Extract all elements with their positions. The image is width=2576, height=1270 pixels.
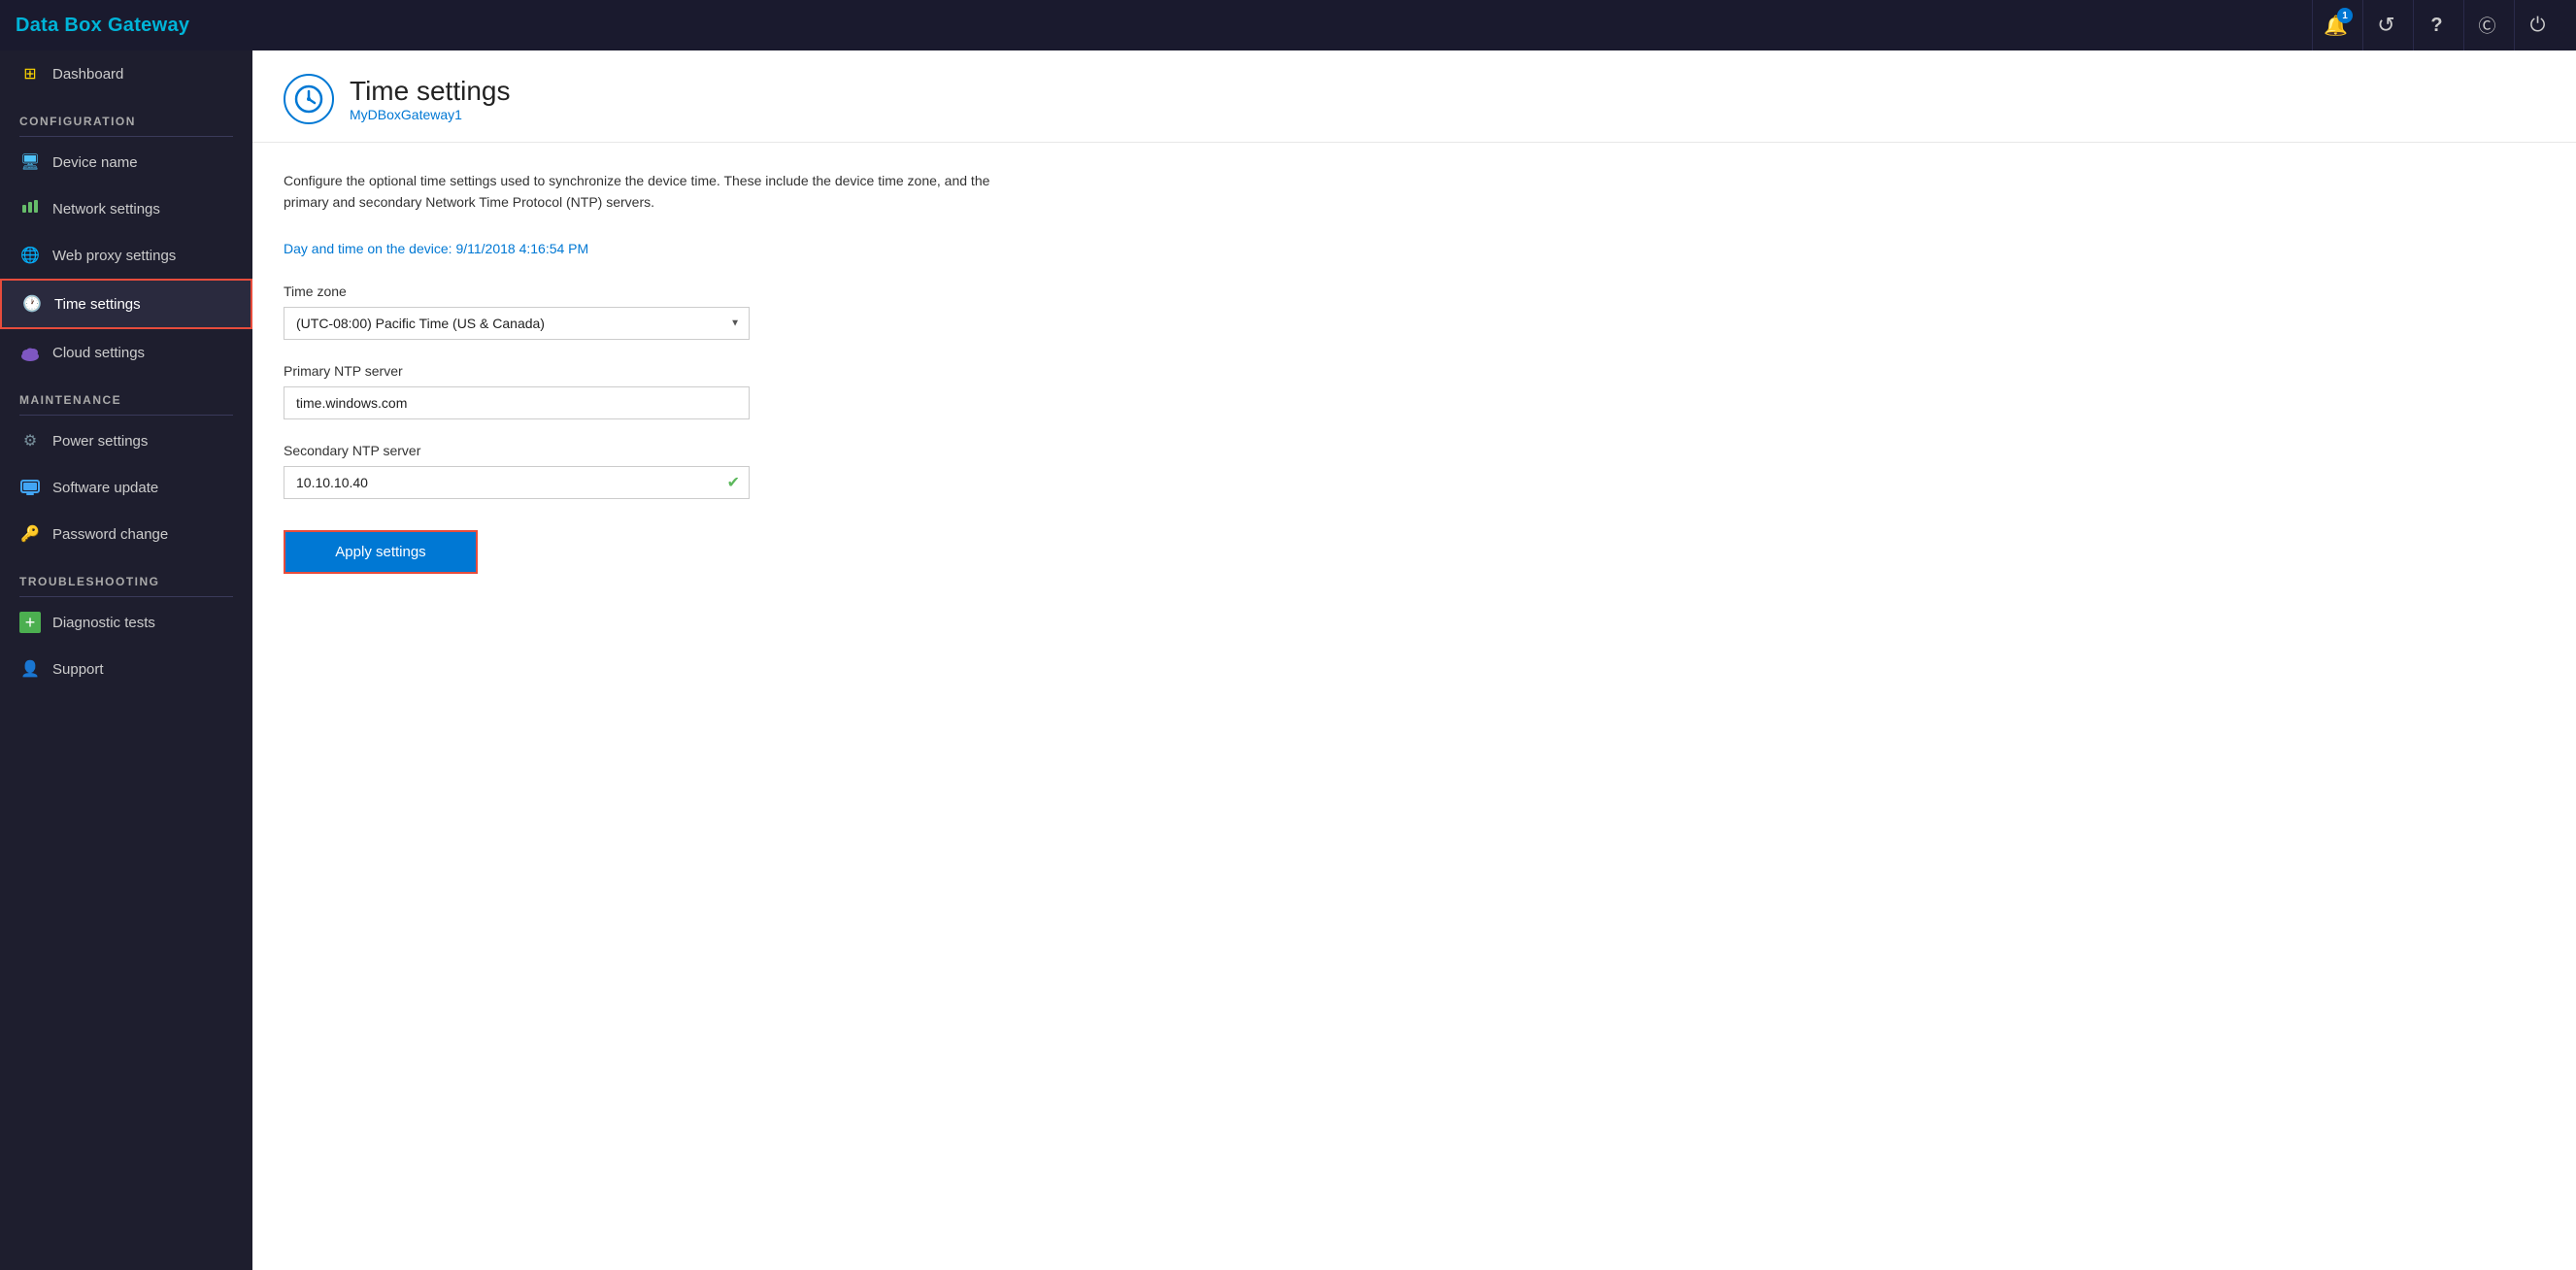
sidebar-item-time-settings[interactable]: 🕐 Time settings — [0, 279, 252, 329]
sidebar: ⊞ Dashboard CONFIGURATION 🖥 Device name … — [0, 50, 252, 1270]
network-settings-icon — [19, 198, 41, 219]
dashboard-icon: ⊞ — [19, 63, 41, 84]
page-title: Time settings — [350, 76, 510, 107]
sidebar-item-cloud-settings[interactable]: Cloud settings — [0, 329, 252, 376]
topbar: Data Box Gateway 🔔 1 ↺ ? Ⓒ ⏻ — [0, 0, 2576, 50]
configuration-section-label: CONFIGURATION — [0, 97, 252, 134]
apply-settings-button[interactable]: Apply settings — [284, 530, 478, 574]
diagnostic-tests-icon: + — [19, 612, 41, 633]
sidebar-item-label: Network settings — [52, 201, 160, 217]
time-zone-select-wrapper: (UTC-08:00) Pacific Time (US & Canada)(U… — [284, 307, 750, 340]
sidebar-item-label: Software update — [52, 480, 158, 496]
sidebar-item-dashboard[interactable]: ⊞ Dashboard — [0, 50, 252, 97]
secondary-ntp-label: Secondary NTP server — [284, 443, 750, 458]
power-icon: ⏻ — [2530, 15, 2546, 37]
secondary-ntp-group: Secondary NTP server ✔ — [284, 443, 750, 499]
sidebar-item-software-update[interactable]: Software update — [0, 464, 252, 511]
sidebar-item-label: Password change — [52, 526, 168, 543]
main-layout: ⊞ Dashboard CONFIGURATION 🖥 Device name … — [0, 50, 2576, 1270]
troubleshooting-divider — [19, 596, 233, 597]
help-button[interactable]: ? — [2413, 0, 2459, 50]
primary-ntp-input[interactable] — [284, 386, 750, 419]
power-settings-icon: ⚙ — [19, 430, 41, 451]
software-update-icon — [19, 477, 41, 498]
sidebar-item-label: Cloud settings — [52, 345, 145, 361]
refresh-button[interactable]: ↺ — [2362, 0, 2409, 50]
help-icon: ? — [2430, 15, 2442, 37]
maintenance-divider — [19, 415, 233, 416]
content-header: Time settings MyDBoxGateway1 — [252, 50, 2576, 143]
time-zone-select[interactable]: (UTC-08:00) Pacific Time (US & Canada)(U… — [284, 307, 750, 340]
time-settings-icon: 🕐 — [21, 293, 43, 315]
sidebar-item-label: Web proxy settings — [52, 248, 176, 264]
sidebar-item-web-proxy-settings[interactable]: 🌐 Web proxy settings — [0, 232, 252, 279]
info-icon: Ⓒ — [2479, 13, 2496, 38]
sidebar-item-label: Device name — [52, 154, 138, 171]
power-button[interactable]: ⏻ — [2514, 0, 2560, 50]
check-icon: ✔ — [727, 473, 740, 492]
main-content: Time settings MyDBoxGateway1 Configure t… — [252, 50, 2576, 1270]
notification-badge: 1 — [2337, 8, 2353, 23]
device-time-label: Day and time on the device: — [284, 241, 455, 256]
page-icon — [284, 74, 334, 124]
primary-ntp-group: Primary NTP server — [284, 363, 750, 419]
sidebar-item-label: Diagnostic tests — [52, 615, 155, 631]
config-divider — [19, 136, 233, 137]
web-proxy-icon: 🌐 — [19, 245, 41, 266]
notification-button[interactable]: 🔔 1 — [2312, 0, 2359, 50]
device-time-value: 9/11/2018 4:16:54 PM — [455, 241, 588, 256]
secondary-ntp-input-wrapper: ✔ — [284, 466, 750, 499]
sidebar-item-label: Support — [52, 661, 104, 678]
troubleshooting-section-label: TROUBLESHOOTING — [0, 557, 252, 594]
time-zone-label: Time zone — [284, 284, 750, 299]
secondary-ntp-input[interactable] — [284, 466, 750, 499]
topbar-icons: 🔔 1 ↺ ? Ⓒ ⏻ — [2312, 0, 2560, 50]
content-body: Configure the optional time settings use… — [252, 143, 2576, 601]
app-title: Data Box Gateway — [16, 15, 189, 37]
refresh-icon: ↺ — [2377, 13, 2394, 38]
time-zone-group: Time zone (UTC-08:00) Pacific Time (US &… — [284, 284, 750, 340]
device-name-icon: 🖥 — [19, 151, 41, 173]
sidebar-item-power-settings[interactable]: ⚙ Power settings — [0, 418, 252, 464]
cloud-settings-icon — [19, 342, 41, 363]
sidebar-item-diagnostic-tests[interactable]: + Diagnostic tests — [0, 599, 252, 646]
sidebar-item-label: Time settings — [54, 296, 141, 313]
sidebar-item-support[interactable]: 👤 Support — [0, 646, 252, 692]
support-icon: 👤 — [19, 658, 41, 680]
content-header-text: Time settings MyDBoxGateway1 — [350, 76, 510, 122]
password-change-icon: 🔑 — [19, 523, 41, 545]
maintenance-section-label: MAINTENANCE — [0, 376, 252, 413]
primary-ntp-label: Primary NTP server — [284, 363, 750, 379]
sidebar-item-network-settings[interactable]: Network settings — [0, 185, 252, 232]
device-time: Day and time on the device: 9/11/2018 4:… — [284, 241, 2545, 256]
sidebar-item-label: Power settings — [52, 433, 148, 450]
page-subtitle: MyDBoxGateway1 — [350, 107, 510, 122]
sidebar-item-device-name[interactable]: 🖥 Device name — [0, 139, 252, 185]
sidebar-item-password-change[interactable]: 🔑 Password change — [0, 511, 252, 557]
info-button[interactable]: Ⓒ — [2463, 0, 2510, 50]
sidebar-item-label: Dashboard — [52, 66, 123, 83]
description-text: Configure the optional time settings use… — [284, 170, 1012, 214]
